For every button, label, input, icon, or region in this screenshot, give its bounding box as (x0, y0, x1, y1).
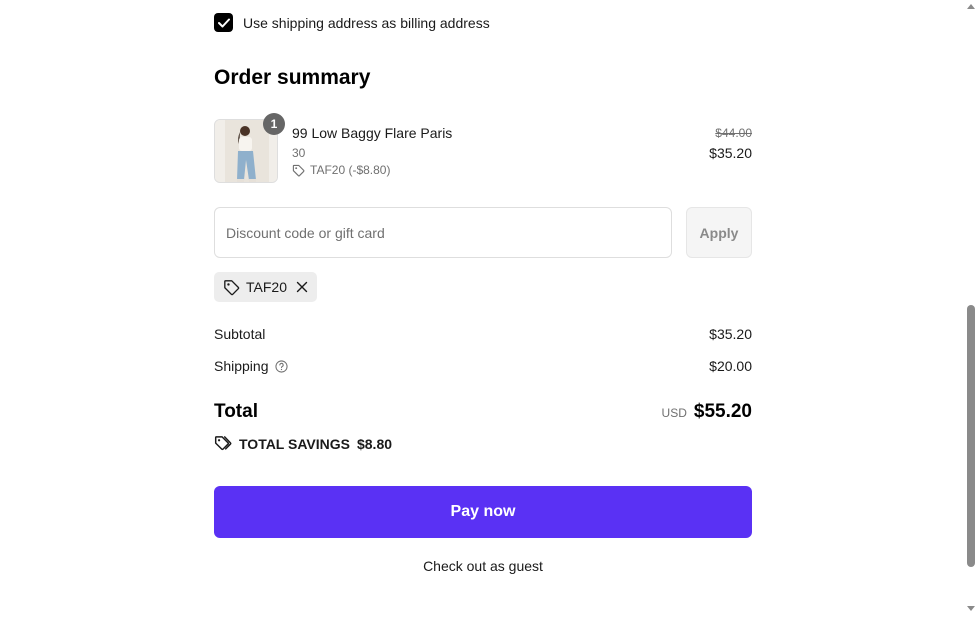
product-discount: TAF20 (-$8.80) (292, 163, 390, 177)
tags-icon (214, 436, 232, 451)
checkmark-icon (217, 18, 230, 27)
shipping-label: Shipping (214, 358, 269, 374)
apply-discount-button[interactable]: Apply (686, 207, 752, 258)
total-row: Total USD $55.20 (214, 401, 752, 423)
subtotal-value: $35.20 (709, 326, 752, 342)
applied-discount-chip: TAF20 (214, 272, 317, 302)
subtotal-row: Subtotal $35.20 (214, 326, 752, 342)
shipping-row: Shipping $20.00 (214, 358, 752, 374)
scroll-thumb[interactable] (967, 305, 975, 567)
billing-checkbox[interactable] (214, 13, 233, 32)
tag-icon (224, 279, 240, 295)
currency-code: USD (661, 406, 687, 420)
order-summary-title: Order summary (214, 66, 371, 89)
discounted-price: $35.20 (709, 145, 752, 161)
scroll-up-arrow-icon[interactable] (967, 4, 975, 9)
help-icon[interactable] (274, 359, 288, 373)
total-label: Total (214, 401, 258, 422)
product-name: 99 Low Baggy Flare Paris (292, 125, 453, 141)
shipping-value: $20.00 (709, 358, 752, 374)
total-savings-row: TOTAL SAVINGS $8.80 (214, 435, 392, 452)
total-savings-value: $8.80 (356, 435, 393, 452)
total-savings-label: TOTAL SAVINGS (239, 435, 350, 452)
quantity-badge: 1 (263, 113, 285, 135)
pay-now-button[interactable]: Pay now (214, 486, 752, 538)
guest-checkout-link[interactable]: Check out as guest (214, 558, 752, 574)
close-icon (296, 281, 308, 293)
scrollbar[interactable] (963, 0, 980, 617)
billing-address-option[interactable]: Use shipping address as billing address (214, 13, 490, 32)
discount-code-input[interactable] (214, 207, 672, 258)
product-discount-label: TAF20 (-$8.80) (310, 163, 391, 177)
original-price: $44.00 (715, 126, 752, 140)
product-variant: 30 (292, 146, 306, 160)
subtotal-label: Subtotal (214, 326, 266, 342)
remove-discount-button[interactable] (296, 281, 308, 293)
line-item: 1 99 Low Baggy Flare Paris 30 TAF20 (-$8… (214, 113, 752, 183)
billing-checkbox-label[interactable]: Use shipping address as billing address (243, 15, 490, 31)
scroll-down-arrow-icon[interactable] (967, 606, 975, 611)
total-value: $55.20 (693, 401, 752, 422)
order-summary-panel: Use shipping address as billing address … (214, 0, 752, 617)
applied-discount-code: TAF20 (246, 279, 287, 295)
tag-icon (292, 164, 305, 176)
